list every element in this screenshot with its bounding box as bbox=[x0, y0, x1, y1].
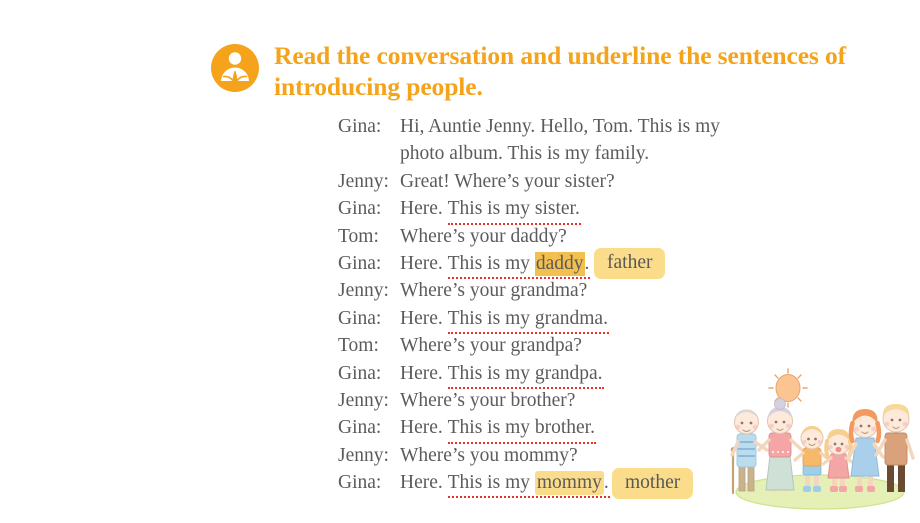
highlighted-word-daddy: daddy bbox=[534, 251, 585, 276]
speech-text: Where’s you mommy? bbox=[400, 444, 578, 466]
speech-text: Here. This is my sister. bbox=[400, 195, 582, 226]
dialogue-line: Gina: Here. This is my sister. bbox=[338, 195, 720, 226]
dialogue-line: Jenny: Where’s your grandma? bbox=[338, 277, 720, 304]
page-title: Read the conversation and underline the … bbox=[274, 41, 847, 101]
speech-prefix: Here. bbox=[400, 362, 448, 384]
speech-text: Great! Where’s your sister? bbox=[400, 170, 615, 192]
conversation-text: Gina: Hi, Auntie Jenny. Hello, Tom. This… bbox=[338, 113, 720, 499]
reading-person-icon bbox=[210, 43, 260, 93]
speaker-label: Gina: bbox=[338, 472, 382, 494]
family-illustration bbox=[722, 360, 918, 518]
underlined-prefix: This is my bbox=[447, 252, 535, 274]
underlined-sentence: This is my sister. bbox=[447, 195, 582, 226]
underlined-prefix: This is my bbox=[447, 472, 535, 494]
dialogue-line: Gina: Here. This is my grandma. bbox=[338, 305, 720, 335]
sun-icon bbox=[768, 368, 808, 408]
speech-prefix: Here. bbox=[400, 417, 448, 439]
speech-text: Where’s your grandpa? bbox=[400, 335, 582, 357]
speaker-label: Tom: bbox=[338, 225, 379, 247]
speaker-label: Gina: bbox=[338, 417, 382, 439]
speech-prefix: Here. bbox=[400, 307, 448, 329]
exercise-header: Read the conversation and underline the … bbox=[210, 40, 874, 102]
highlighted-word-mommy: mommy bbox=[534, 471, 604, 496]
callout-mother: mother bbox=[612, 468, 694, 499]
dialogue-line: Gina: Here. This is my grandpa. bbox=[338, 360, 720, 390]
speaker-label: Jenny: bbox=[338, 170, 389, 192]
speech-text: Where’s your brother? bbox=[400, 389, 576, 411]
speech-prefix: Here. bbox=[400, 252, 448, 274]
dialogue-line: Gina: Here. This is my brother. bbox=[338, 414, 720, 445]
speaker-label: Gina: bbox=[338, 307, 382, 329]
callout-father: father bbox=[594, 248, 666, 279]
speaker-label: Jenny: bbox=[338, 389, 389, 411]
dialogue-line: photo album. This is my family. bbox=[338, 140, 720, 167]
speaker-label: Jenny: bbox=[338, 444, 389, 466]
underlined-sentence: This is my mommy. bbox=[447, 469, 610, 499]
speaker-label: Jenny: bbox=[338, 280, 389, 302]
speech-text: Here. This is my grandpa. bbox=[400, 360, 604, 390]
speech-text: Here. This is my brother. bbox=[400, 414, 597, 445]
speech-text: photo album. This is my family. bbox=[400, 143, 650, 165]
dialogue-line: Gina: Hi, Auntie Jenny. Hello, Tom. This… bbox=[338, 113, 720, 140]
speech-text: Where’s your grandma? bbox=[400, 280, 588, 302]
speaker-label: Tom: bbox=[338, 335, 379, 357]
dialogue-line: Jenny: Great! Where’s your sister? bbox=[338, 168, 720, 195]
underlined-sentence: This is my grandma. bbox=[447, 305, 610, 335]
underlined-sentence: This is my grandpa. bbox=[447, 360, 604, 390]
underlined-sentence: This is my daddy. bbox=[447, 250, 591, 280]
figure-father bbox=[874, 404, 915, 492]
speech-prefix: Here. bbox=[400, 198, 448, 220]
speech-suffix: . bbox=[603, 472, 609, 494]
speech-text: Hi, Auntie Jenny. Hello, Tom. This is my bbox=[400, 116, 721, 137]
speaker-label: Gina: bbox=[338, 362, 382, 384]
speech-text: Here. This is my mommy. bbox=[400, 469, 610, 499]
speech-text: Here. This is my daddy. bbox=[400, 250, 591, 280]
dialogue-line: Jenny: Where’s your brother? bbox=[338, 387, 720, 414]
speech-suffix: . bbox=[584, 252, 590, 274]
speech-prefix: Here. bbox=[400, 472, 448, 494]
speaker-label: Gina: bbox=[338, 198, 382, 220]
speaker-label: Gina: bbox=[338, 116, 382, 137]
dialogue-line: Jenny: Where’s you mommy? bbox=[338, 442, 720, 469]
speech-text: Where’s your daddy? bbox=[400, 225, 567, 247]
underlined-sentence: This is my brother. bbox=[447, 414, 597, 445]
dialogue-line: Tom: Where’s your daddy? bbox=[338, 223, 720, 250]
speaker-label: Gina: bbox=[338, 252, 382, 274]
dialogue-line: Tom: Where’s your grandpa? bbox=[338, 332, 720, 359]
speech-text: Here. This is my grandma. bbox=[400, 305, 610, 335]
